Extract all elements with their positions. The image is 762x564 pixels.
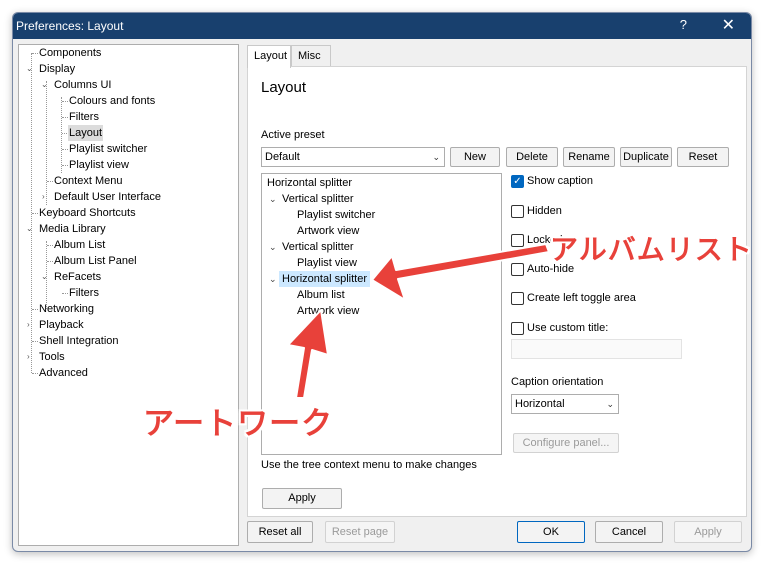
tree-item-advanced[interactable]: Advanced bbox=[39, 365, 88, 381]
preset-dropdown[interactable]: Default ⌄ bbox=[261, 147, 445, 167]
help-button[interactable]: ? bbox=[680, 17, 687, 32]
rename-preset-button[interactable]: Rename bbox=[563, 147, 615, 167]
custom-title-checkbox[interactable] bbox=[511, 322, 524, 335]
tab-layout[interactable]: Layout bbox=[247, 45, 291, 68]
apply-button[interactable]: Apply bbox=[674, 521, 742, 543]
tree-item-playlist-switcher[interactable]: Playlist switcher bbox=[69, 141, 147, 157]
duplicate-preset-button[interactable]: Duplicate bbox=[620, 147, 672, 167]
hidden-checkbox[interactable] bbox=[511, 205, 524, 218]
tree-item-playlist-view[interactable]: Playlist view bbox=[69, 157, 129, 173]
tree-item-shell-integration[interactable]: Shell Integration bbox=[39, 333, 119, 349]
locked-checkbox[interactable] bbox=[511, 234, 524, 247]
new-preset-button[interactable]: New bbox=[450, 147, 500, 167]
tree-item-refacets-filters[interactable]: Filters bbox=[69, 285, 99, 301]
layout-node[interactable]: Album list bbox=[297, 287, 345, 303]
collapse-icon[interactable]: ⌄ bbox=[41, 272, 49, 282]
preferences-window: Preferences: Layout ? ✕ Components ⌄ Dis… bbox=[12, 12, 752, 552]
album-list-annotation: アルバムリスト bbox=[550, 233, 753, 266]
tree-item-display[interactable]: Display bbox=[39, 61, 75, 77]
tree-item-networking[interactable]: Networking bbox=[39, 301, 94, 317]
left-toggle-checkbox[interactable] bbox=[511, 292, 524, 305]
tree-item-default-user-interface[interactable]: Default User Interface bbox=[54, 189, 161, 205]
caption-orientation-label: Caption orientation bbox=[511, 376, 604, 388]
autohide-checkbox[interactable] bbox=[511, 263, 524, 276]
layout-node[interactable]: Playlist view bbox=[297, 255, 357, 271]
hidden-label: Hidden bbox=[527, 205, 562, 217]
tree-item-columns-ui[interactable]: Columns UI bbox=[54, 77, 111, 93]
tree-item-album-list-panel[interactable]: Album List Panel bbox=[54, 253, 137, 269]
layout-node[interactable]: Vertical splitter bbox=[282, 239, 354, 255]
show-caption-checkbox[interactable]: ✓ bbox=[511, 175, 524, 188]
tree-item-tools[interactable]: Tools bbox=[39, 349, 65, 365]
tree-item-refacets[interactable]: ReFacets bbox=[54, 269, 101, 285]
collapse-icon[interactable]: ⌄ bbox=[26, 64, 34, 74]
expand-icon[interactable]: › bbox=[27, 352, 35, 362]
cancel-button[interactable]: Cancel bbox=[595, 521, 663, 543]
collapse-icon[interactable]: ⌄ bbox=[26, 224, 34, 234]
layout-page: Layout Active preset Default ⌄ New Delet… bbox=[247, 66, 747, 517]
tree-item-album-list[interactable]: Album List bbox=[54, 237, 105, 253]
layout-node[interactable]: Horizontal splitter bbox=[267, 175, 352, 191]
tree-connector bbox=[46, 81, 47, 205]
custom-title-input[interactable] bbox=[511, 339, 682, 359]
collapse-icon[interactable]: ⌄ bbox=[269, 239, 279, 255]
delete-preset-button[interactable]: Delete bbox=[506, 147, 558, 167]
preset-value: Default bbox=[265, 151, 300, 163]
hint-text: Use the tree context menu to make change… bbox=[261, 459, 477, 471]
show-caption-label: Show caption bbox=[527, 175, 594, 187]
layout-node-selected[interactable]: Horizontal splitter bbox=[279, 271, 370, 287]
layout-node[interactable]: Artwork view bbox=[297, 223, 359, 239]
collapse-icon[interactable]: ⌄ bbox=[269, 271, 279, 287]
collapse-icon[interactable]: ⌄ bbox=[41, 80, 49, 90]
configure-panel-button[interactable]: Configure panel... bbox=[513, 433, 619, 453]
caption-orientation-dropdown[interactable]: Horizontal ⌄ bbox=[511, 394, 619, 414]
tree-item-layout[interactable]: Layout bbox=[68, 125, 104, 141]
tree-item-colours-and-fonts[interactable]: Colours and fonts bbox=[69, 93, 155, 109]
tree-item-components[interactable]: Components bbox=[39, 45, 101, 61]
tree-item-media-library[interactable]: Media Library bbox=[39, 221, 106, 237]
tree-item-filters[interactable]: Filters bbox=[69, 109, 99, 125]
chevron-down-icon: ⌄ bbox=[432, 152, 440, 162]
preferences-tree[interactable]: Components ⌄ Display ⌄ Columns UI Colour… bbox=[18, 44, 239, 546]
artwork-annotation: アートワーク bbox=[143, 406, 334, 442]
tree-connector bbox=[61, 97, 62, 173]
layout-node[interactable]: Artwork view bbox=[297, 303, 359, 319]
page-title: Layout bbox=[261, 79, 307, 96]
title-bar: Preferences: Layout ? ✕ bbox=[13, 13, 751, 39]
caption-orientation-value: Horizontal bbox=[515, 398, 565, 410]
page-apply-button[interactable]: Apply bbox=[262, 488, 342, 509]
expand-icon[interactable]: › bbox=[42, 192, 50, 202]
layout-node[interactable]: Playlist switcher bbox=[297, 207, 375, 223]
tree-item-context-menu[interactable]: Context Menu bbox=[54, 173, 122, 189]
left-toggle-label: Create left toggle area bbox=[527, 292, 636, 304]
expand-icon[interactable]: › bbox=[27, 320, 35, 330]
tree-item-playback[interactable]: Playback bbox=[39, 317, 84, 333]
active-preset-label: Active preset bbox=[261, 129, 325, 141]
chevron-down-icon: ⌄ bbox=[606, 399, 614, 409]
reset-page-button[interactable]: Reset page bbox=[325, 521, 395, 543]
ok-button[interactable]: OK bbox=[517, 521, 585, 543]
custom-title-label: Use custom title: bbox=[527, 322, 609, 334]
tab-misc[interactable]: Misc bbox=[291, 45, 331, 67]
tree-item-keyboard-shortcuts[interactable]: Keyboard Shortcuts bbox=[39, 205, 136, 221]
collapse-icon[interactable]: ⌄ bbox=[269, 191, 279, 207]
layout-node[interactable]: Vertical splitter bbox=[282, 191, 354, 207]
window-title: Preferences: Layout bbox=[16, 19, 124, 33]
reset-all-button[interactable]: Reset all bbox=[247, 521, 313, 543]
reset-preset-button[interactable]: Reset bbox=[677, 147, 729, 167]
close-button[interactable]: ✕ bbox=[722, 15, 735, 35]
